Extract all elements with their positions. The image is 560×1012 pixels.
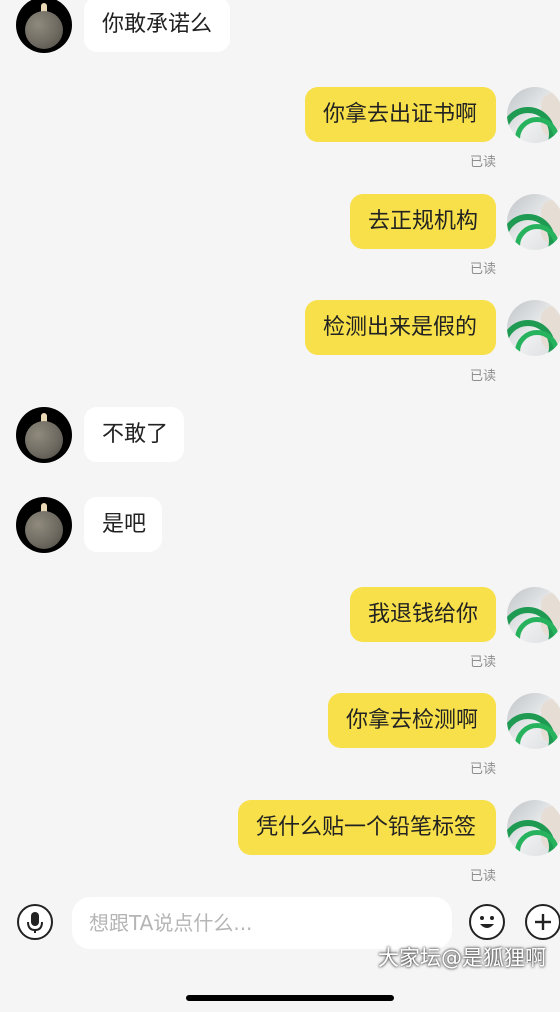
read-receipt: 已读 bbox=[469, 869, 496, 884]
message-bubble[interactable]: 你拿去出证书啊 bbox=[305, 87, 496, 142]
my-avatar[interactable] bbox=[507, 800, 560, 856]
plus-icon[interactable] bbox=[525, 904, 560, 940]
emoji-icon[interactable] bbox=[469, 904, 505, 940]
my-avatar[interactable] bbox=[507, 587, 560, 643]
message-bubble[interactable]: 你拿去检测啊 bbox=[328, 693, 496, 748]
message-bubble[interactable]: 你敢承诺么 bbox=[84, 0, 230, 52]
home-indicator[interactable] bbox=[186, 995, 394, 1001]
my-avatar[interactable] bbox=[507, 300, 560, 356]
read-receipt: 已读 bbox=[469, 369, 496, 384]
watermark: 大家坛@是狐狸啊 bbox=[378, 946, 546, 970]
my-avatar[interactable] bbox=[507, 87, 560, 143]
read-receipt: 已读 bbox=[469, 762, 496, 777]
contact-avatar[interactable] bbox=[16, 407, 72, 463]
message-bubble[interactable]: 凭什么贴一个铅笔标签 bbox=[238, 800, 496, 855]
read-receipt: 已读 bbox=[469, 655, 496, 670]
read-receipt: 已读 bbox=[469, 262, 496, 277]
message-bubble[interactable]: 我退钱给你 bbox=[350, 587, 496, 642]
microphone-icon[interactable] bbox=[17, 904, 53, 940]
message-bubble[interactable]: 是吧 bbox=[84, 497, 162, 552]
my-avatar[interactable] bbox=[507, 693, 560, 749]
message-bubble[interactable]: 检测出来是假的 bbox=[305, 300, 496, 355]
contact-avatar[interactable] bbox=[16, 497, 72, 553]
my-avatar[interactable] bbox=[507, 194, 560, 250]
read-receipt: 已读 bbox=[469, 155, 496, 170]
message-bubble[interactable]: 不敢了 bbox=[84, 407, 184, 462]
message-bubble[interactable]: 去正规机构 bbox=[350, 194, 496, 249]
contact-avatar[interactable] bbox=[16, 0, 72, 53]
